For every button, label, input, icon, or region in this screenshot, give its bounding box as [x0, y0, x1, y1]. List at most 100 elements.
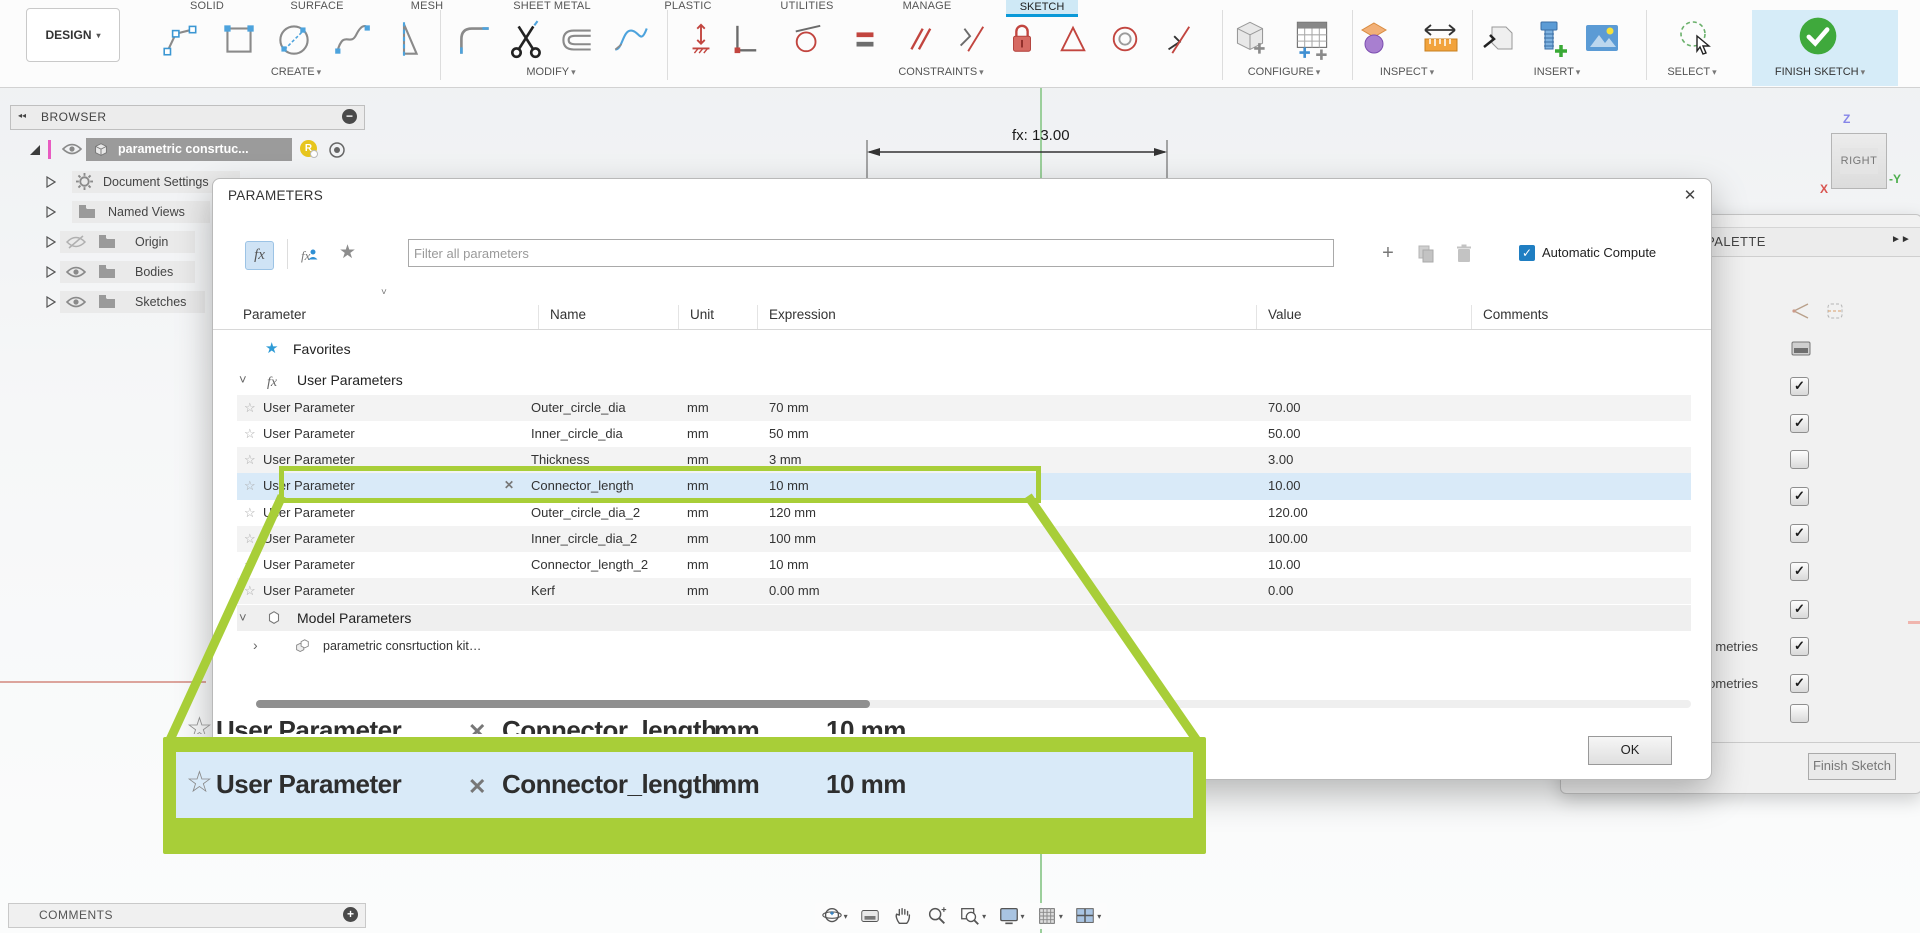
sketch-line-red-left[interactable]: [0, 681, 206, 683]
column-header-comments[interactable]: Comments: [1483, 307, 1548, 322]
browser-header[interactable]: ◂◂ BROWSER −: [10, 105, 365, 130]
look-at-icon[interactable]: [859, 905, 881, 927]
row-favorite-star-icon[interactable]: ☆: [244, 426, 256, 442]
visibility-eye-icon[interactable]: [62, 142, 82, 156]
create-circle-icon[interactable]: [272, 15, 316, 63]
zoom-icon[interactable]: [926, 905, 948, 927]
root-component-label[interactable]: parametric consrtuc...: [86, 138, 292, 161]
construction-toggle-icon[interactable]: [1789, 299, 1813, 323]
row-value[interactable]: 120.00: [1268, 505, 1308, 520]
column-header-expression[interactable]: Expression: [769, 307, 836, 322]
constraint-lock-icon[interactable]: [1004, 18, 1040, 60]
sketch-line-red-right[interactable]: [1908, 621, 1920, 624]
favorites-group-row[interactable]: ★ Favorites: [237, 336, 1691, 362]
collapse-panel-icon[interactable]: ◂◂: [18, 111, 26, 120]
row-expression[interactable]: 100 mm: [769, 531, 816, 546]
parameter-row[interactable]: ☆User ParameterOuter_circle_dia_2mm120 m…: [237, 500, 1691, 526]
slider-option-icon[interactable]: [1789, 337, 1813, 361]
row-value[interactable]: 0.00: [1268, 583, 1293, 598]
group-label-create[interactable]: CREATE▾: [271, 66, 321, 78]
constraint-fix-icon[interactable]: [1159, 18, 1195, 60]
row-type[interactable]: User Parameter: [263, 531, 355, 546]
reserved-badge[interactable]: R: [300, 140, 317, 157]
profile-toggle-icon[interactable]: [1823, 299, 1847, 323]
row-type[interactable]: User Parameter: [263, 452, 355, 467]
close-icon[interactable]: ✕: [1679, 185, 1701, 207]
row-unit[interactable]: mm: [687, 505, 709, 520]
add-comment-icon[interactable]: +: [343, 907, 358, 922]
filter-parameters-input[interactable]: [408, 239, 1334, 267]
constraint-triangle-icon[interactable]: [1055, 18, 1091, 60]
row-favorite-star-icon[interactable]: ☆: [244, 478, 256, 494]
parameter-row[interactable]: ☆User ParameterInner_circle_diamm50 mm50…: [237, 421, 1691, 447]
create-mirror-icon[interactable]: [382, 15, 426, 63]
model-parameters-group-row[interactable]: ˅ Model Parameters: [237, 605, 1691, 631]
model-parameters-filter-icon[interactable]: fx: [301, 243, 327, 267]
ok-button[interactable]: OK: [1588, 736, 1672, 765]
sort-indicator-icon[interactable]: ˅: [381, 287, 387, 298]
orbit-icon[interactable]: ▾: [821, 905, 848, 927]
row-name[interactable]: Inner_circle_dia_2: [531, 531, 637, 546]
chevron-down-icon[interactable]: ˅: [239, 610, 247, 625]
row-type[interactable]: User Parameter: [263, 426, 355, 441]
constraint-perpendicular-icon[interactable]: [726, 18, 762, 60]
palette-checkbox[interactable]: ✓: [1790, 524, 1809, 543]
row-expression[interactable]: 0.00 mm: [769, 583, 820, 598]
parameter-row[interactable]: ☆User ParameterConnector_length_2mm10 mm…: [237, 552, 1691, 578]
configuration-table-icon[interactable]: [1290, 15, 1334, 63]
parameter-row[interactable]: ☆User ParameterKerfmm0.00 mm0.00: [237, 578, 1691, 604]
grid-settings-icon[interactable]: ▾: [1036, 905, 1063, 927]
create-spline-icon[interactable]: [330, 15, 374, 63]
row-expression[interactable]: 120 mm: [769, 505, 816, 520]
expanded-node-icon[interactable]: [28, 143, 41, 156]
delete-parameter-icon[interactable]: [1453, 241, 1475, 265]
copy-parameter-icon[interactable]: [1415, 241, 1437, 265]
row-type[interactable]: User Parameter: [263, 557, 355, 572]
user-parameters-filter-button[interactable]: fx: [245, 241, 274, 270]
row-unit[interactable]: mm: [687, 583, 709, 598]
parameter-row[interactable]: ☆User ParameterInner_circle_dia_2mm100 m…: [237, 526, 1691, 552]
chevron-right-icon[interactable]: ›: [253, 637, 258, 653]
constraint-parallel-icon[interactable]: [900, 18, 936, 60]
row-expression[interactable]: 3 mm: [769, 452, 802, 467]
group-label-inspect[interactable]: INSPECT▾: [1380, 66, 1434, 78]
row-type[interactable]: User Parameter: [263, 583, 355, 598]
visibility-eye-icon[interactable]: [66, 265, 86, 279]
horizontal-scrollbar[interactable]: [256, 700, 1691, 708]
expand-panel-icon[interactable]: ►►: [1891, 234, 1911, 245]
create-rectangle-icon[interactable]: [217, 15, 261, 63]
tab-mesh[interactable]: MESH: [411, 0, 444, 14]
fit-zoom-icon[interactable]: ▾: [959, 905, 986, 927]
row-unit[interactable]: mm: [687, 531, 709, 546]
add-parameter-icon[interactable]: +: [1377, 241, 1399, 265]
collapsed-node-icon[interactable]: [46, 206, 56, 218]
palette-checkbox[interactable]: ✓: [1790, 487, 1809, 506]
palette-checkbox[interactable]: ✓: [1790, 562, 1809, 581]
palette-checkbox[interactable]: ✓: [1790, 377, 1809, 396]
row-type[interactable]: User Parameter: [263, 400, 355, 415]
row-value[interactable]: 10.00: [1268, 478, 1301, 493]
favorites-filter-icon[interactable]: ★: [339, 241, 356, 264]
finish-sketch-button[interactable]: Finish Sketch: [1808, 753, 1896, 780]
row-favorite-star-icon[interactable]: ☆: [244, 505, 256, 521]
row-favorite-star-icon[interactable]: ☆: [244, 557, 256, 573]
tab-sheet-metal[interactable]: SHEET METAL: [513, 0, 591, 14]
column-header-unit[interactable]: Unit: [690, 307, 714, 322]
tab-surface[interactable]: SURFACE: [290, 0, 343, 14]
group-label-configure[interactable]: CONFIGURE▾: [1248, 66, 1321, 78]
comments-bar[interactable]: COMMENTS +: [8, 903, 366, 928]
model-child-row[interactable]: › parametric consrtuction kit…: [237, 634, 1691, 660]
row-expression[interactable]: 70 mm: [769, 400, 809, 415]
display-settings-icon[interactable]: ▾: [998, 905, 1025, 927]
palette-checkbox[interactable]: [1790, 450, 1809, 469]
user-parameters-group-row[interactable]: ˅ fx User Parameters: [237, 367, 1691, 393]
column-header-name[interactable]: Name: [550, 307, 586, 322]
palette-checkbox[interactable]: ✓: [1790, 600, 1809, 619]
insert-image-icon[interactable]: [1580, 15, 1624, 63]
design-workspace-button[interactable]: DESIGN▾: [26, 8, 120, 62]
column-header-parameter[interactable]: Parameter: [243, 307, 306, 322]
group-label-finish-sketch[interactable]: FINISH SKETCH▾: [1775, 66, 1865, 78]
row-name[interactable]: Kerf: [531, 583, 555, 598]
constraint-midpoint-icon[interactable]: [683, 18, 719, 60]
row-value[interactable]: 3.00: [1268, 452, 1293, 467]
